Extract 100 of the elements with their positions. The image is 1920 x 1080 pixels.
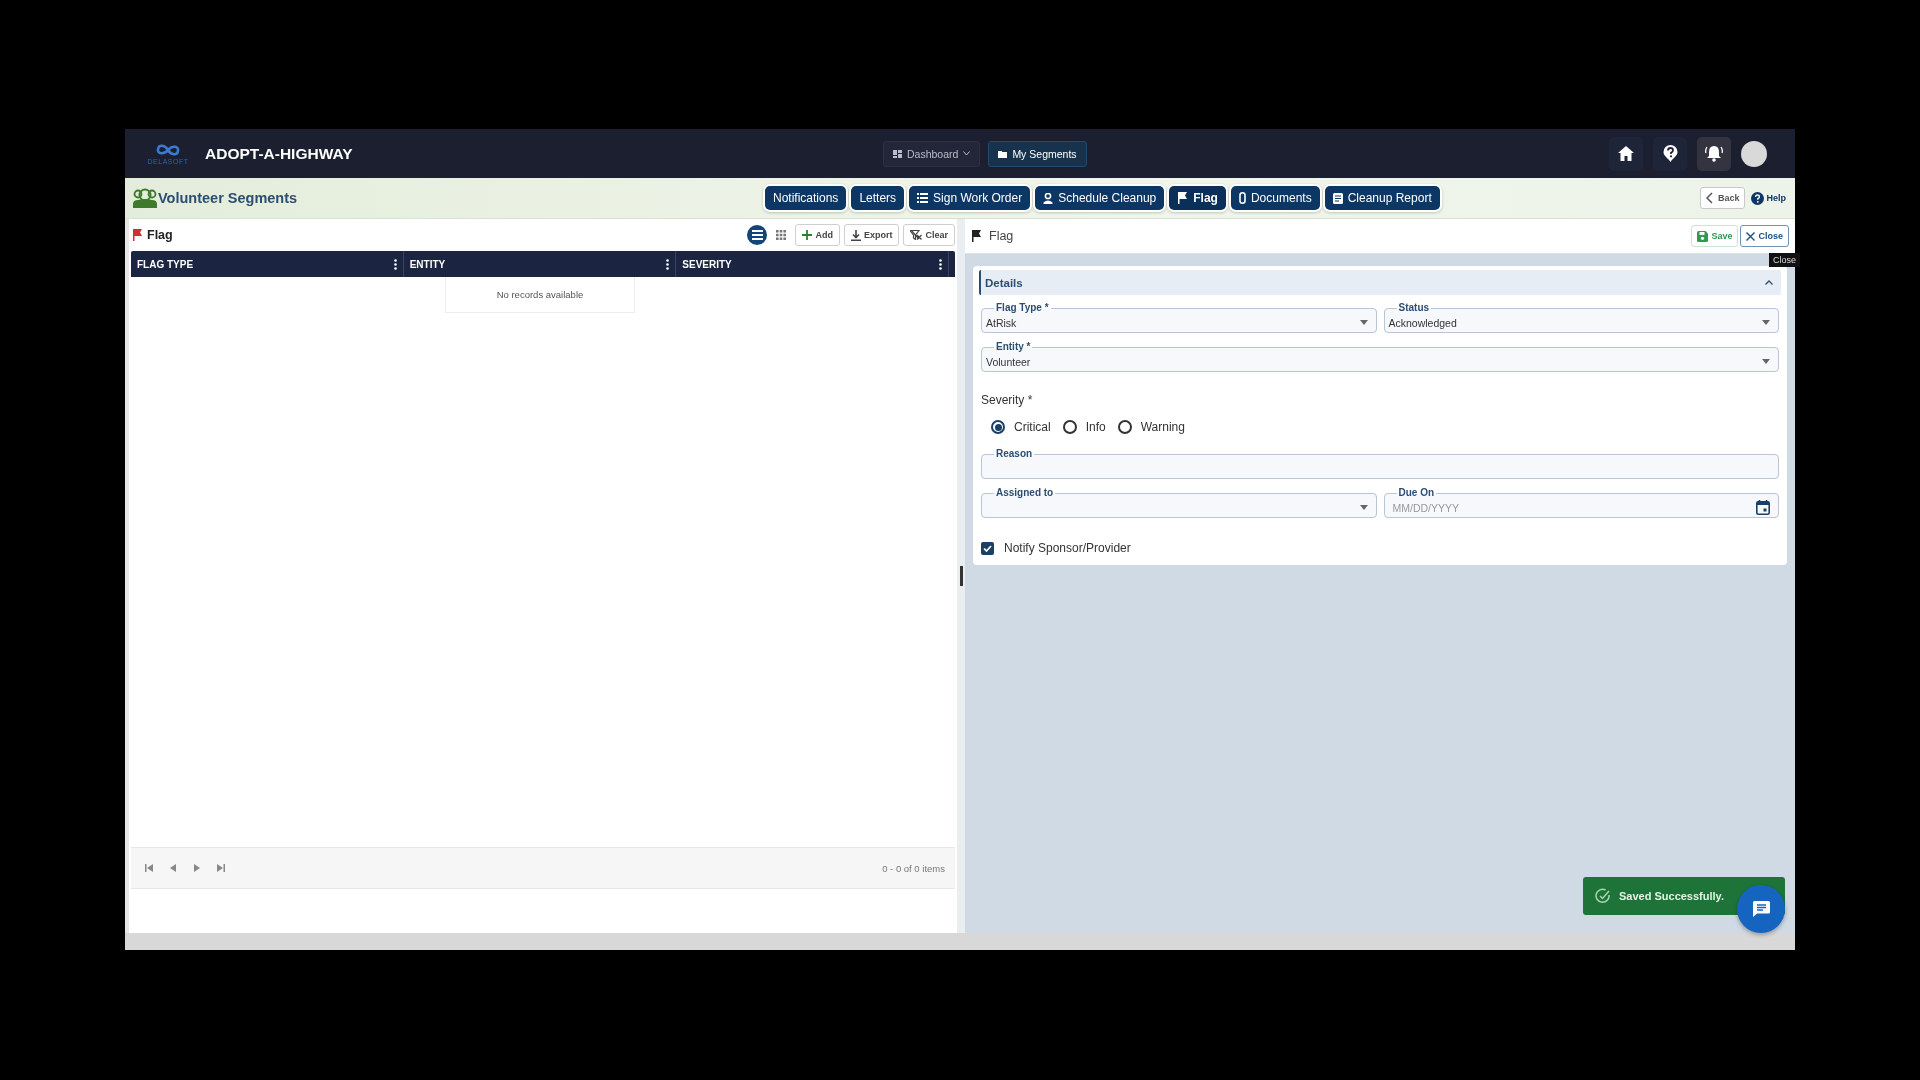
kebab-menu-icon <box>939 258 942 270</box>
plus-icon <box>802 230 813 240</box>
date-field[interactable]: Due On MM/DD/YYYY <box>1383 488 1779 518</box>
chat-button[interactable] <box>1737 885 1785 933</box>
flag-icon <box>1177 192 1189 204</box>
download-icon <box>850 229 861 241</box>
previous-page-icon <box>169 864 177 872</box>
tab[interactable]: Cleanup Report <box>1324 186 1440 210</box>
notifications-button[interactable] <box>1697 136 1731 171</box>
tab[interactable]: Documents <box>1230 186 1320 210</box>
radio-label: Critical <box>1014 420 1051 434</box>
text-field[interactable]: Reason <box>981 449 1779 479</box>
save-button[interactable]: Save <box>1691 225 1739 247</box>
dashboard-dropdown[interactable]: Dashboard <box>883 140 981 167</box>
export-button[interactable]: Export <box>843 224 900 246</box>
close-icon <box>1746 231 1756 241</box>
field-label: Reason <box>995 449 1034 459</box>
grid-view-icon <box>776 230 787 240</box>
save-icon <box>1697 230 1709 242</box>
chevron-up-icon <box>1765 280 1773 285</box>
previous-page-button[interactable] <box>169 864 177 872</box>
column-header: ENTITY <box>409 258 446 270</box>
checkmark-icon <box>983 544 992 552</box>
paperclip-icon <box>1238 192 1246 204</box>
home-button[interactable] <box>1609 136 1643 171</box>
back-button[interactable]: Back <box>1699 187 1746 209</box>
radio-button[interactable] <box>1062 420 1077 434</box>
checkbox-label: Notify Sponsor/Provider <box>1004 541 1131 555</box>
report-icon <box>1332 192 1343 204</box>
panel-title: Flag <box>147 228 173 242</box>
next-page-icon <box>193 864 201 872</box>
tooltip: Close <box>1769 253 1800 267</box>
caret-icon <box>1359 505 1368 510</box>
help-button[interactable] <box>1653 136 1687 171</box>
bell-icon <box>1705 145 1723 162</box>
filter-clear-icon <box>910 230 923 240</box>
tab[interactable]: Letters <box>851 186 905 210</box>
help-circle-icon <box>1751 191 1765 205</box>
people-icon <box>132 188 158 208</box>
person-icon <box>1043 192 1054 204</box>
dashboard-icon <box>893 149 902 158</box>
form-title: Flag <box>989 229 1014 243</box>
first-page-icon <box>145 864 153 872</box>
tab[interactable]: Schedule Cleanup <box>1035 186 1165 210</box>
field-label: Severity * <box>981 393 1034 407</box>
tab[interactable]: Notifications <box>765 186 847 210</box>
select-field[interactable]: Flag Type * AtRisk <box>981 303 1377 333</box>
field-label: Flag Type * <box>995 303 1050 313</box>
flag-icon <box>132 229 143 241</box>
caret-icon <box>1359 320 1368 325</box>
chevron-left-icon <box>1705 192 1713 204</box>
folder-icon <box>998 149 1008 158</box>
field-label: Assigned to <box>995 488 1055 498</box>
next-page-button[interactable] <box>193 864 201 872</box>
column-header: FLAG TYPE <box>137 258 194 270</box>
avatar[interactable] <box>1741 140 1767 167</box>
column-header: SEVERITY <box>682 258 732 270</box>
last-page-icon <box>217 864 225 872</box>
field-label: Entity * <box>995 342 1032 352</box>
radio-button[interactable] <box>991 420 1005 434</box>
add-button[interactable]: Add <box>795 224 840 246</box>
home-icon <box>1618 146 1634 161</box>
section-header[interactable]: Details <box>979 270 1781 295</box>
calendar-icon <box>1756 500 1770 515</box>
help-icon <box>1662 145 1678 162</box>
radio-label: Info <box>1085 420 1106 434</box>
chat-icon <box>1752 901 1770 917</box>
tab[interactable]: Flag <box>1169 186 1226 210</box>
flag-icon <box>971 230 982 242</box>
toast-message: Saved Successfully. <box>1619 890 1724 902</box>
date-input[interactable]: MM/DD/YYYY <box>1388 501 1756 514</box>
kebab-menu-icon <box>393 258 397 270</box>
nav-button[interactable]: My Segments <box>988 140 1087 167</box>
list-icon <box>917 193 929 203</box>
view-toggle[interactable] <box>747 225 768 245</box>
radio-label: Warning <box>1140 420 1185 434</box>
app-title: ADOPT-A-HIGHWAY <box>205 144 353 163</box>
select-field[interactable]: Entity * Volunteer <box>981 342 1779 372</box>
caret-icon <box>1762 359 1770 364</box>
field-label: Status <box>1397 303 1431 313</box>
checkbox[interactable] <box>981 541 994 555</box>
radio-button[interactable] <box>1117 420 1132 434</box>
tab[interactable]: Sign Work Order <box>909 186 1031 210</box>
last-page-button[interactable] <box>217 864 225 872</box>
close-button[interactable]: Close <box>1740 225 1789 247</box>
clear-button[interactable]: Clear <box>903 224 955 246</box>
help-link[interactable]: Help <box>1749 191 1788 205</box>
first-page-button[interactable] <box>145 864 153 872</box>
list-view-icon <box>751 230 763 240</box>
field-label: Due On <box>1397 488 1436 498</box>
empty-message: No records available <box>445 277 635 313</box>
kebab-menu-icon <box>666 258 670 270</box>
select-field[interactable]: Status Acknowledged <box>1383 303 1779 333</box>
page-title: Volunteer Segments <box>158 190 298 206</box>
check-circle-icon <box>1595 888 1611 904</box>
caret-icon <box>1762 320 1770 325</box>
chevron-down-icon <box>963 151 971 156</box>
infinity-logo-icon <box>155 142 181 158</box>
select-field[interactable]: Assigned to <box>981 488 1377 518</box>
pager-info: 0 - 0 of 0 items <box>882 862 945 874</box>
